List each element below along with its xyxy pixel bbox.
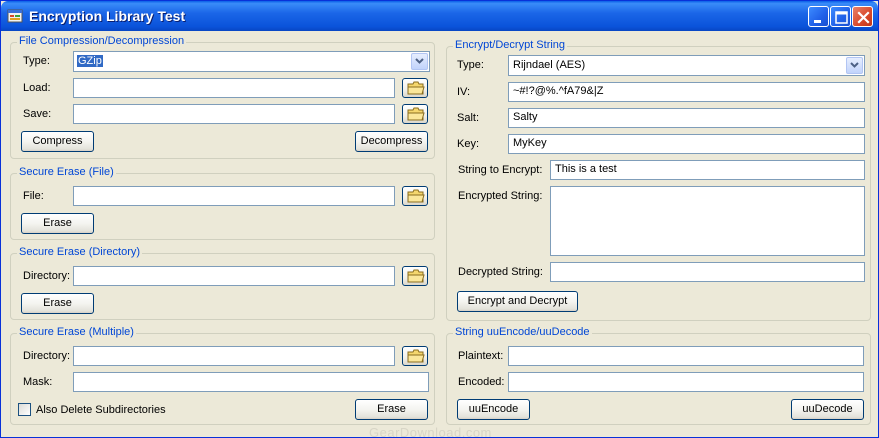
compress-button[interactable]: Compress [21, 131, 94, 152]
decrypted-string-label: Decrypted String: [458, 266, 543, 278]
uuencode-button[interactable]: uuEncode [457, 399, 530, 420]
erase-multi-dir-input[interactable] [73, 346, 395, 366]
string-to-encrypt-label: String to Encrypt: [458, 164, 543, 176]
encrypt-decrypt-button[interactable]: Encrypt and Decrypt [457, 291, 578, 312]
iv-input[interactable]: ~#!?@%.^fA79&|Z [508, 82, 865, 102]
uudecode-button[interactable]: uuDecode [791, 399, 864, 420]
maximize-button[interactable] [830, 6, 851, 27]
erase-dir-input[interactable] [73, 266, 395, 286]
erase-multi-group-label: Secure Erase (Multiple) [17, 326, 136, 338]
erase-dir-button[interactable]: Erase [21, 293, 94, 314]
salt-input[interactable]: Salty [508, 108, 865, 128]
delete-subdirs-label[interactable]: Also Delete Subdirectories [36, 404, 166, 416]
plaintext-label: Plaintext: [458, 350, 504, 362]
compression-type-dropdown[interactable] [411, 53, 428, 70]
save-browse-button[interactable] [402, 104, 428, 124]
encrypt-group-label: Encrypt/Decrypt String [453, 39, 568, 51]
load-input[interactable] [73, 78, 395, 98]
title-bar[interactable]: Encryption Library Test [1, 1, 878, 31]
encrypted-string-textarea[interactable] [550, 186, 865, 256]
load-browse-button[interactable] [402, 78, 428, 98]
save-label: Save: [23, 108, 52, 120]
mask-input[interactable] [73, 372, 429, 392]
salt-label: Salt: [457, 112, 480, 124]
encrypt-type-value: Rijndael (AES) [513, 59, 586, 71]
watermark: GearDownload.com [369, 425, 492, 438]
compression-type-select[interactable]: GZip [73, 51, 430, 72]
erase-dir-label: Directory: [23, 270, 71, 282]
erase-multi-button[interactable]: Erase [355, 399, 428, 420]
string-to-encrypt-input[interactable]: This is a test [550, 160, 865, 180]
erase-file-browse-button[interactable] [402, 186, 428, 206]
erase-file-label: File: [23, 190, 44, 202]
close-icon [857, 11, 870, 24]
encrypt-type-dropdown[interactable] [846, 57, 863, 74]
compression-type-value: GZip [77, 55, 103, 67]
encoded-label: Encoded: [458, 376, 505, 388]
uuencode-group-label: String uuEncode/uuDecode [453, 326, 592, 338]
key-input[interactable]: MyKey [508, 134, 865, 154]
mask-label: Mask: [23, 376, 53, 388]
iv-label: IV: [457, 86, 471, 98]
erase-dir-browse-button[interactable] [402, 266, 428, 286]
maximize-icon [835, 11, 848, 24]
minimize-icon [814, 20, 821, 23]
window-title: Encryption Library Test [29, 8, 186, 24]
compression-type-label: Type: [23, 55, 50, 67]
plaintext-input[interactable] [508, 346, 864, 366]
chevron-down-icon [415, 58, 424, 64]
main-window: Encryption Library Test File Compression… [0, 0, 879, 438]
folder-icon [407, 269, 425, 283]
encrypted-string-label: Encrypted String: [458, 190, 543, 202]
delete-subdirs-checkbox[interactable] [18, 403, 31, 416]
erase-multi-browse-button[interactable] [402, 346, 428, 366]
save-input[interactable] [73, 104, 395, 124]
encrypt-type-select[interactable]: Rijndael (AES) [508, 55, 865, 76]
encrypt-type-label: Type: [457, 59, 484, 71]
decrypted-string-input[interactable] [550, 262, 865, 282]
app-icon [7, 9, 23, 23]
encoded-input[interactable] [508, 372, 864, 392]
folder-icon [407, 107, 425, 121]
compression-group-label: File Compression/Decompression [17, 35, 187, 47]
erase-file-button[interactable]: Erase [21, 213, 94, 234]
load-label: Load: [23, 82, 51, 94]
key-label: Key: [457, 138, 480, 150]
erase-multi-dir-label: Directory: [23, 350, 71, 362]
chevron-down-icon [850, 62, 859, 68]
erase-file-input[interactable] [73, 186, 395, 206]
erase-file-group-label: Secure Erase (File) [17, 166, 116, 178]
folder-icon [407, 81, 425, 95]
erase-dir-group-label: Secure Erase (Directory) [17, 246, 143, 258]
folder-icon [407, 349, 425, 363]
minimize-button[interactable] [808, 6, 829, 27]
folder-icon [407, 189, 425, 203]
decompress-button[interactable]: Decompress [355, 131, 428, 152]
close-button[interactable] [852, 6, 873, 27]
